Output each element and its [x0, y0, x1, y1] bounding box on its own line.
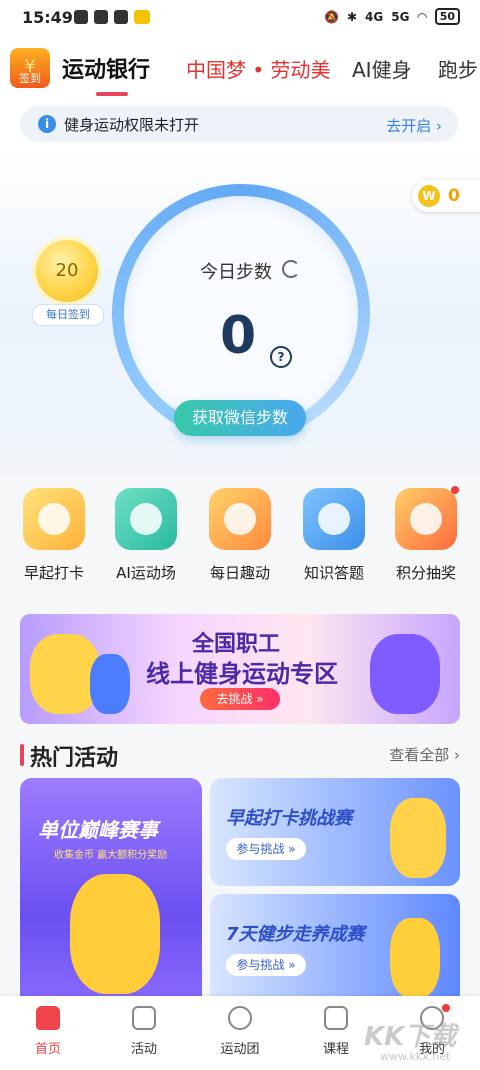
permission-notice[interactable]: i 健身运动权限未打开 去开启 › [20, 106, 458, 142]
activity-title: 早起打卡挑战赛 [226, 808, 352, 829]
notice-text: 健身运动权限未打开 [64, 115, 200, 134]
activity-subtitle: 收集金币 赢大额积分奖励 [54, 850, 168, 861]
status-left-icons [74, 10, 150, 24]
tab-china-dream[interactable]: 中国梦 • 劳动美 [186, 54, 331, 83]
athlete-illustration [370, 634, 440, 714]
banner-challenge-button[interactable]: 去挑战 » [200, 688, 280, 710]
quick-label: AI运动场 [116, 564, 176, 582]
signin-logo[interactable]: 签到 [10, 36, 50, 98]
quick-label: 知识答题 [303, 564, 364, 582]
today-steps-title: 今日步数 [200, 262, 272, 283]
notification-dot [451, 486, 459, 494]
watermark: KK下载 [364, 1022, 457, 1052]
nav-label: 运动团 [220, 1042, 260, 1057]
nav-sport-group[interactable]: 运动团 [200, 1006, 280, 1057]
activity-icon [132, 1006, 156, 1030]
checkin-medal[interactable]: 20 [36, 240, 98, 302]
section-marker [20, 744, 24, 766]
status-right: 🔕 ✱ 4G 5G ◠ 50 [324, 8, 460, 25]
refresh-icon[interactable] [282, 260, 300, 278]
quick-item-daily-fun[interactable]: 每日趣动 [194, 488, 286, 583]
lottery-wheel-icon [395, 486, 459, 550]
view-all-link[interactable]: 查看全部 › [389, 744, 460, 765]
target-icon [209, 488, 271, 550]
activity-title: 7天健步走养成赛 [226, 924, 365, 945]
quiz-notes-icon [303, 488, 365, 550]
get-wechat-steps-button[interactable]: 获取微信步数 [174, 400, 306, 436]
stretching-illustration [390, 798, 446, 878]
ai-headphones-icon [115, 488, 177, 550]
app-icon [74, 10, 88, 24]
battery-icon: 50 [434, 8, 460, 25]
network-4g: 4G [365, 9, 384, 24]
enable-link[interactable]: 去开启 › [386, 115, 442, 136]
group-icon [228, 1006, 252, 1030]
quick-item-early-checkin[interactable]: 早起打卡 [8, 488, 100, 583]
top-nav: 签到 运动银行 中国梦 • 劳动美 AI健身 跑步 [0, 36, 480, 100]
tab-sport-bank[interactable]: 运动银行 [62, 52, 150, 84]
nav-activity[interactable]: 活动 [104, 1006, 184, 1057]
alarm-clock-icon [23, 488, 85, 550]
quick-item-quiz[interactable]: 知识答题 [288, 488, 380, 583]
help-icon[interactable]: ? [270, 346, 292, 368]
nav-label: 活动 [130, 1042, 157, 1057]
worker-fitness-banner[interactable]: 全国职工 线上健身运动专区 去挑战 » [20, 614, 460, 724]
info-icon: i [38, 115, 56, 133]
hot-activities-title: 热门活动 [30, 746, 119, 771]
tab-active-indicator [96, 92, 128, 96]
course-play-icon [324, 1006, 348, 1030]
coin-balance[interactable]: W 0 [412, 180, 480, 212]
activity-card-7day-walk[interactable]: 7天健步走养成赛 参与挑战 » [210, 894, 460, 1010]
meituan-icon [134, 10, 150, 24]
quick-label: 积分抽奖 [395, 564, 456, 582]
watermark-url: www.kkx.net [380, 1050, 451, 1063]
runner-illustration [390, 918, 440, 998]
bluetooth-icon: ✱ [346, 9, 358, 24]
activity-title: 单位巅峰赛事 [38, 818, 158, 842]
quick-item-ai-arena[interactable]: AI运动场 [100, 488, 192, 583]
status-time: 15:49 [22, 8, 73, 27]
wifi-icon: ◠ [417, 9, 427, 24]
tab-running[interactable]: 跑步 [438, 54, 478, 83]
tab-ai-fitness[interactable]: AI健身 [352, 54, 412, 83]
quick-label: 每日趣动 [209, 564, 270, 582]
network-5g: 5G [391, 9, 410, 24]
quick-label: 早起打卡 [23, 564, 84, 582]
dancer-illustration [70, 874, 160, 994]
athlete-illustration [90, 654, 130, 714]
view-all-label: 查看全部 [389, 746, 450, 764]
enable-link-label: 去开启 [386, 117, 432, 135]
join-challenge-button[interactable]: 参与挑战 » [226, 954, 306, 976]
coin-icon: W [418, 185, 440, 207]
quick-item-lottery[interactable]: 积分抽奖 [380, 486, 472, 583]
status-bar: 15:49 🔕 ✱ 4G 5G ◠ 50 [0, 0, 480, 36]
step-count: 0 [220, 306, 257, 366]
join-challenge-button[interactable]: 参与挑战 » [226, 838, 306, 860]
nav-home[interactable]: 首页 [8, 1006, 88, 1057]
mute-icon: 🔕 [324, 9, 339, 24]
activity-card-early-checkin[interactable]: 早起打卡挑战赛 参与挑战 » [210, 778, 460, 886]
nav-label: 首页 [34, 1042, 61, 1057]
home-icon [36, 1006, 60, 1030]
coin-count: 0 [448, 186, 460, 206]
sync-icon [94, 10, 108, 24]
daily-checkin-label[interactable]: 每日签到 [32, 304, 104, 326]
activity-card-unit-peak[interactable]: 单位巅峰赛事 收集金币 赢大额积分奖励 [20, 778, 202, 1008]
logo-text: 签到 [19, 72, 41, 85]
banner-title-line2: 线上健身运动专区 [146, 660, 338, 688]
notification-dot [442, 1004, 450, 1012]
play-icon [114, 10, 128, 24]
